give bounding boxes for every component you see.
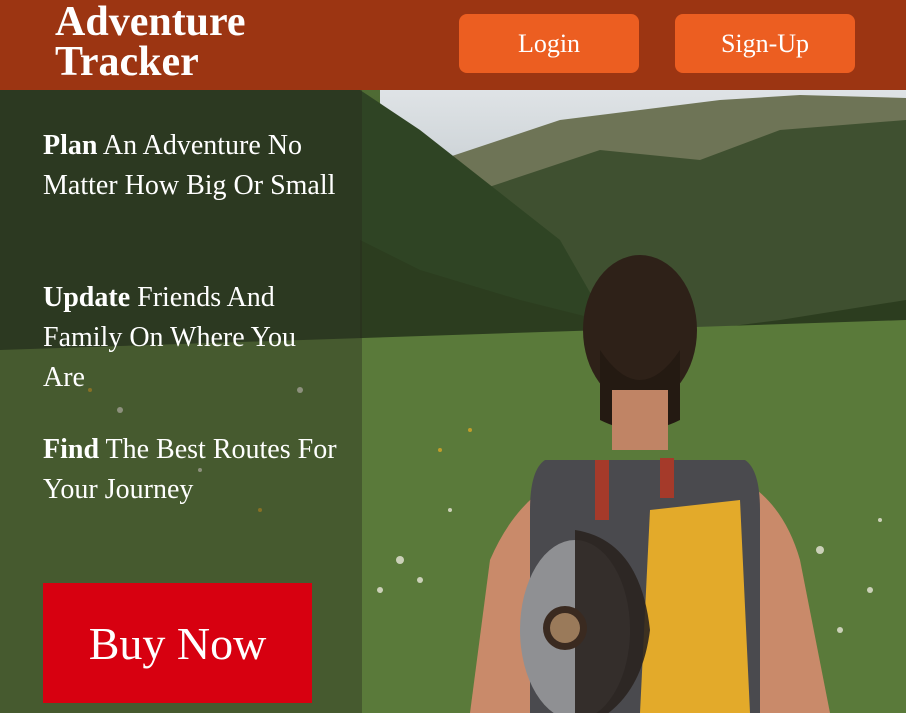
login-button[interactable]: Login xyxy=(459,14,639,73)
logo-line-2: Tracker xyxy=(55,39,199,85)
signup-button[interactable]: Sign-Up xyxy=(675,14,855,73)
logo-line-1: Adventure xyxy=(55,0,246,45)
feature-panel: Plan An Adventure No Matter How Big Or S… xyxy=(0,90,362,713)
hero-section: Plan An Adventure No Matter How Big Or S… xyxy=(0,90,906,713)
feature-find-bold: Find xyxy=(43,434,100,465)
feature-update-bold: Update xyxy=(43,282,131,313)
feature-find: Find The Best Routes For Your Journey xyxy=(43,430,343,510)
site-logo[interactable]: Adventure Tracker xyxy=(55,0,246,85)
buy-now-button[interactable]: Buy Now xyxy=(43,583,312,703)
feature-plan-bold: Plan xyxy=(43,130,98,161)
feature-update: Update Friends And Family On Where You A… xyxy=(43,278,343,398)
site-header: Adventure Tracker Login Sign-Up xyxy=(0,0,906,90)
feature-plan: Plan An Adventure No Matter How Big Or S… xyxy=(43,126,343,206)
